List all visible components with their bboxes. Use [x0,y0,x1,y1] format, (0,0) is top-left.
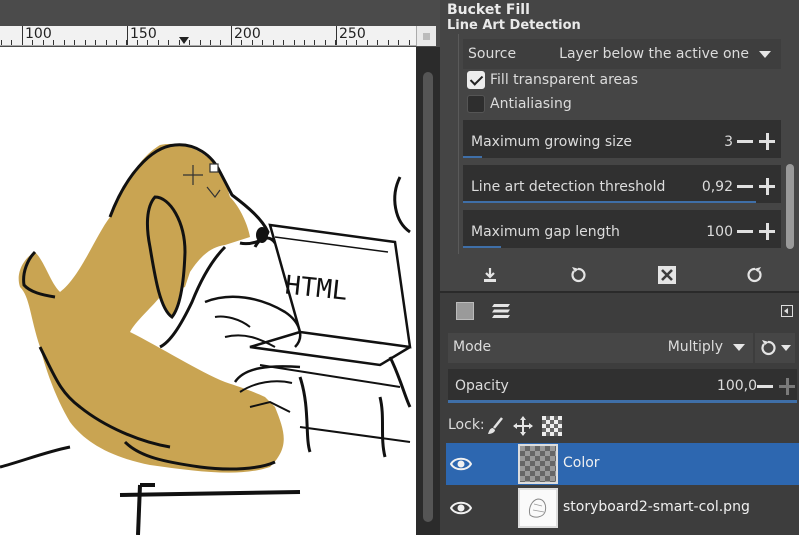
line-art-section-title: Line Art Detection [447,18,581,33]
fill-transparent-label: Fill transparent areas [490,72,638,88]
tab-channels[interactable] [488,299,514,323]
mode-label: Mode [453,339,492,355]
mode-value: Multiply [667,339,723,355]
layer-mode-combo[interactable]: Mode Multiply [448,333,753,363]
ruler-label-150: 150 [130,26,157,42]
layer-name[interactable]: Color [563,455,600,471]
navigate-corner-button[interactable] [416,26,436,46]
layer-thumbnail [518,444,558,484]
max-growing-size-spinscale[interactable]: Maximum growing size 3 [463,120,781,158]
layer-row-color[interactable]: Color [446,443,799,485]
max-gap-length-label: Maximum gap length [471,224,620,240]
image-canvas[interactable]: HTML [0,47,416,535]
channels-icon [492,304,510,318]
lock-position-move-icon[interactable] [513,416,533,436]
canvas-vertical-scrollbar[interactable] [416,47,440,535]
lock-pixels-brush-icon[interactable] [486,416,506,436]
reset-icon [747,266,762,282]
restore-preset-button[interactable] [553,258,603,291]
decrease-icon[interactable] [757,385,773,388]
ruler-label-250: 250 [339,26,366,42]
reset-mode-icon [761,340,776,356]
antialiasing-label: Antialiasing [490,96,572,112]
line-art-threshold-bar [463,201,756,203]
chevron-down-icon [733,344,745,351]
max-gap-length-value[interactable]: 100 [706,224,733,240]
layer-thumbnail [518,488,558,528]
layer-name[interactable]: storyboard2-smart-col.png [563,499,750,515]
lock-alpha-checker-icon[interactable] [542,416,562,436]
dock-tab-bar [440,293,799,329]
drawing-illustration: HTML [0,143,412,535]
canvas-area: 100 150 200 250 HTML [0,0,440,535]
save-preset-button[interactable] [465,258,515,291]
horizontal-ruler[interactable]: 100 150 200 250 [0,26,416,46]
composite-mode-button[interactable] [755,333,795,363]
decrease-icon[interactable] [737,140,753,143]
tab-layers[interactable] [452,299,478,323]
chevron-down-icon [781,345,791,351]
chevron-down-icon [759,51,771,58]
opacity-bar [448,400,797,403]
line-art-threshold-spinscale[interactable]: Line art detection threshold 0,92 [463,165,781,203]
canvas-scroll-thumb[interactable] [423,72,433,522]
layers-icon [456,302,474,320]
dog-color-fill [18,143,284,473]
source-combo[interactable]: Source Layer below the active one [463,39,781,69]
decrease-icon[interactable] [737,230,753,233]
dock-menu-icon[interactable] [781,305,793,317]
source-value: Layer below the active one [559,46,749,62]
max-growing-size-bar [463,156,483,158]
tool-options-title: Bucket Fill [447,2,530,18]
tool-options-button-bar [440,258,799,291]
pointer-position-marker [179,37,189,44]
delete-preset-button[interactable] [642,258,692,291]
checkbox-checked-icon[interactable] [467,71,485,89]
layer-row-storyboard[interactable]: storyboard2-smart-col.png [446,487,799,529]
max-growing-size-label: Maximum growing size [471,134,633,150]
opacity-label: Opacity [455,378,509,394]
checkbox-unchecked-icon[interactable] [467,95,485,113]
line-art-threshold-label: Line art detection threshold [471,179,666,195]
opacity-spinscale[interactable]: Opacity 100,0 [448,369,797,403]
source-label: Source [468,46,517,62]
save-preset-icon [484,267,496,282]
max-gap-length-bar [463,246,502,248]
ruler-label-100: 100 [25,26,52,42]
max-gap-length-spinscale[interactable]: Maximum gap length 100 [463,210,781,248]
eye-icon[interactable] [450,497,472,519]
decrease-icon[interactable] [737,185,753,188]
lock-label: Lock: [448,417,485,433]
delete-icon [658,265,676,284]
eye-icon[interactable] [450,453,472,475]
opacity-value[interactable]: 100,0 [717,378,757,394]
ruler-label-200: 200 [234,26,261,42]
tool-options-scrollbar[interactable] [783,34,797,256]
line-art-threshold-value[interactable]: 0,92 [702,179,733,195]
max-growing-size-value[interactable]: 3 [724,134,733,150]
tool-options-scroll-thumb[interactable] [786,164,794,249]
reset-options-button[interactable] [730,258,780,291]
lock-row: Lock: [448,413,797,439]
restore-icon [571,266,586,282]
